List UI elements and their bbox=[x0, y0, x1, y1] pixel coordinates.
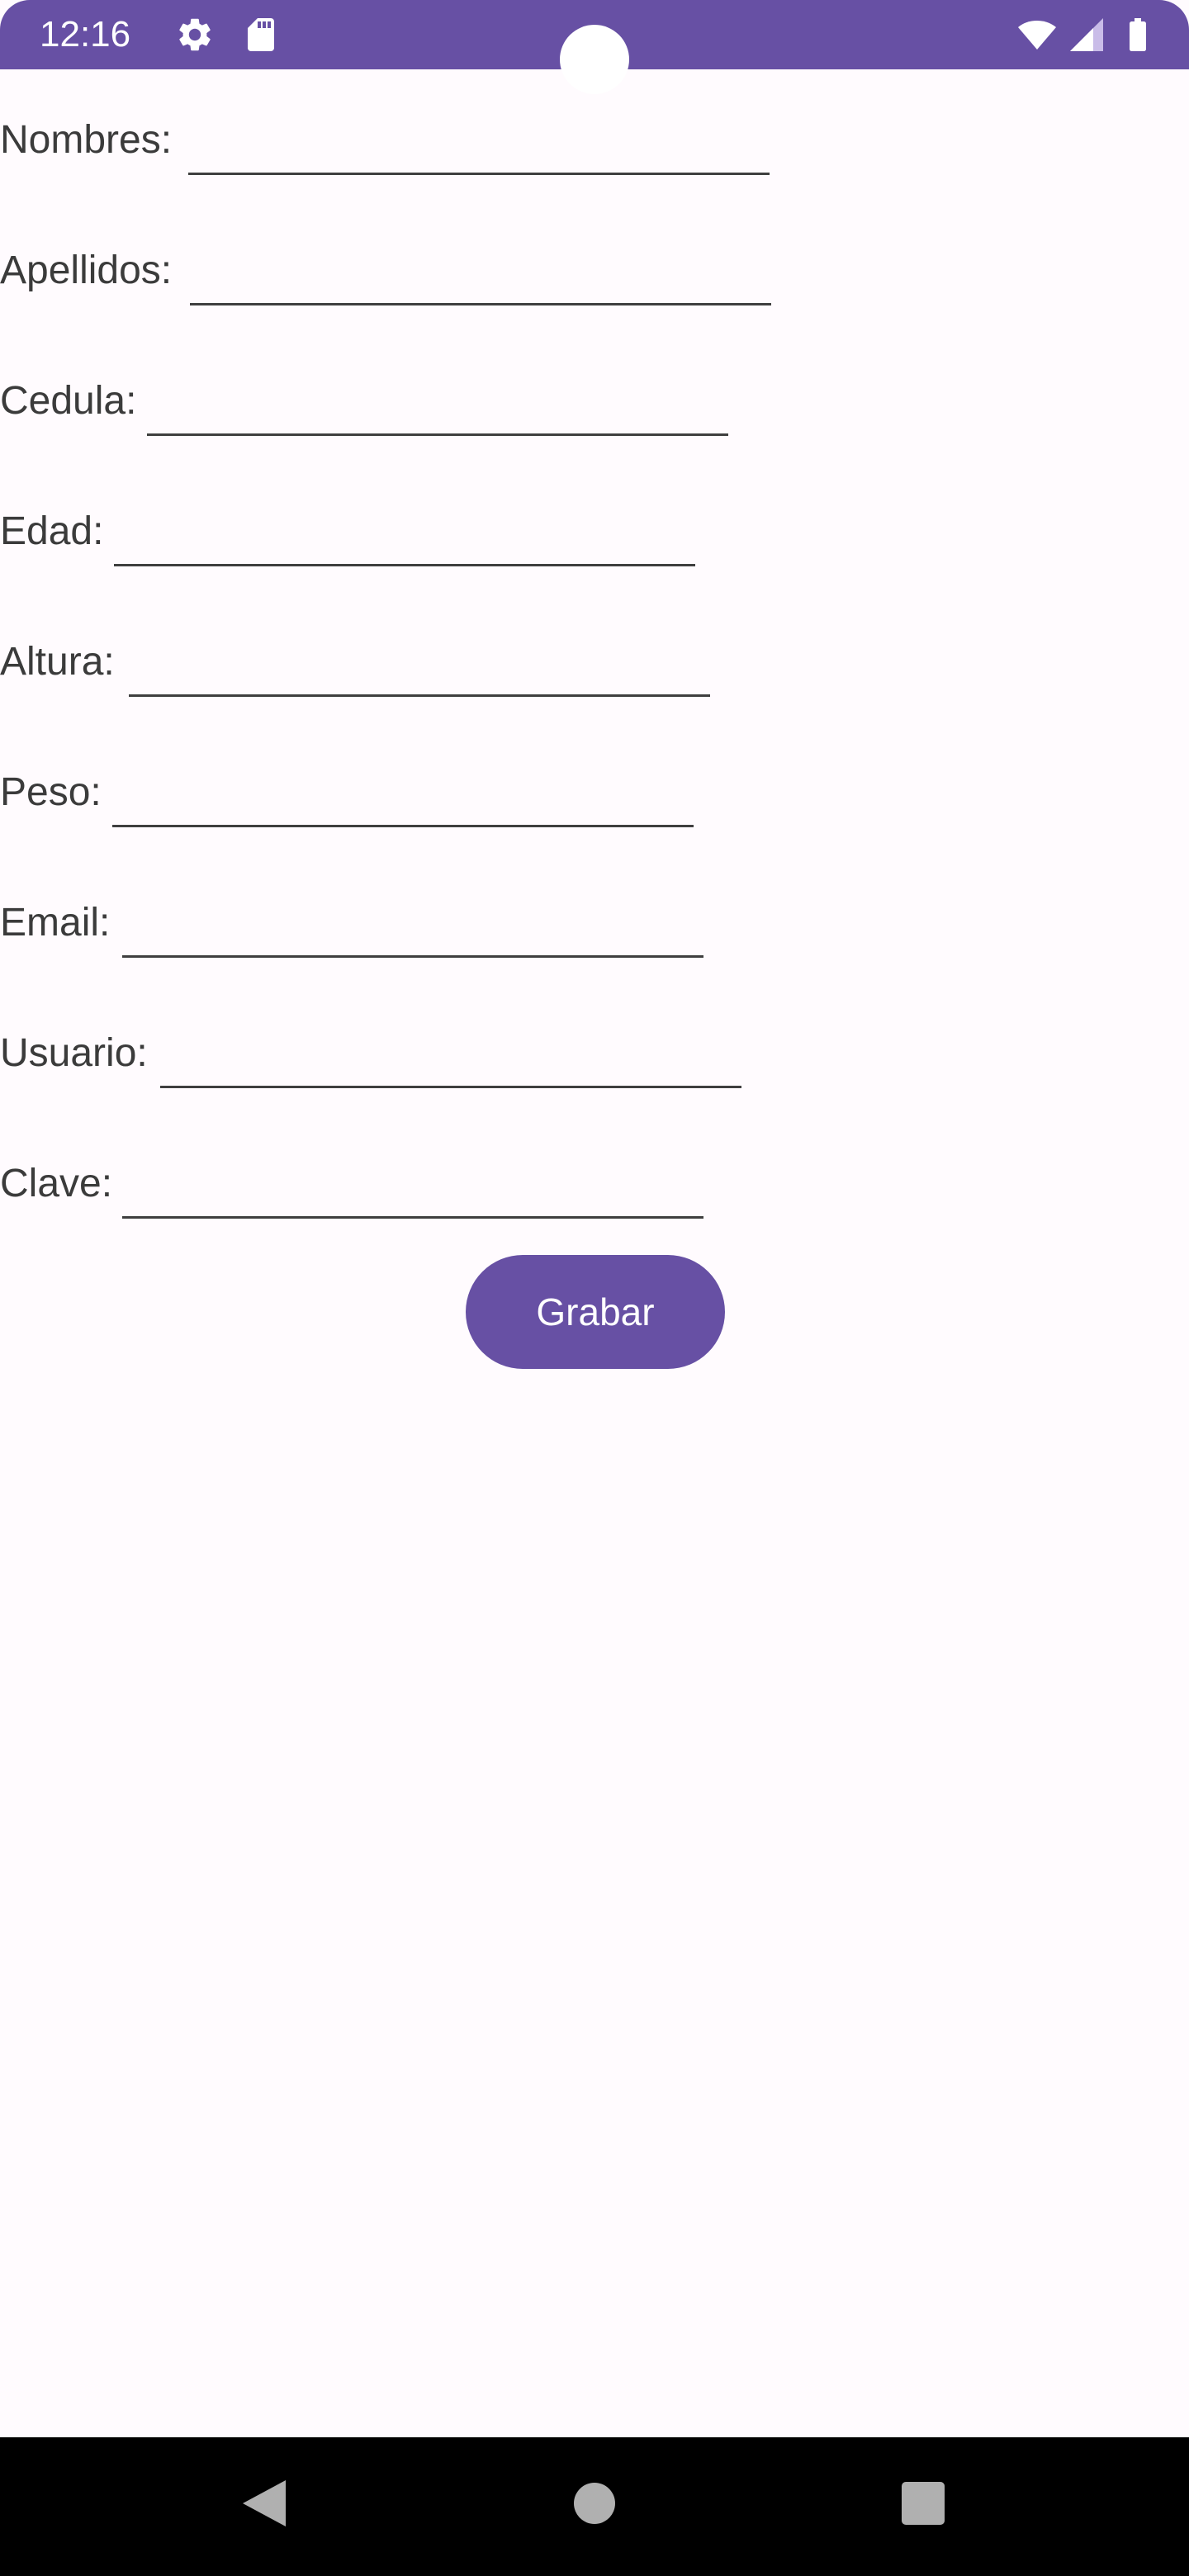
cedula-label: Cedula: bbox=[0, 379, 137, 423]
form-row-usuario: Usuario: bbox=[0, 1024, 1189, 1123]
form-row-edad: Edad: bbox=[0, 502, 1189, 601]
email-label: Email: bbox=[0, 901, 111, 945]
apellidos-input[interactable] bbox=[190, 248, 771, 305]
form-row-altura: Altura: bbox=[0, 632, 1189, 732]
usuario-input[interactable] bbox=[160, 1030, 741, 1088]
status-bar: 12:16 bbox=[0, 0, 1189, 94]
clave-input[interactable] bbox=[122, 1161, 703, 1219]
grabar-button[interactable]: Grabar bbox=[466, 1255, 725, 1369]
cedula-input[interactable] bbox=[147, 378, 728, 436]
edad-input[interactable] bbox=[114, 509, 695, 566]
edad-label: Edad: bbox=[0, 509, 104, 553]
back-icon[interactable] bbox=[223, 2462, 306, 2545]
clave-label: Clave: bbox=[0, 1162, 113, 1205]
camera-cutout bbox=[560, 25, 629, 94]
form-row-peso: Peso: bbox=[0, 763, 1189, 862]
form-row-cedula: Cedula: bbox=[0, 372, 1189, 471]
home-icon[interactable] bbox=[553, 2462, 636, 2545]
navigation-bar bbox=[0, 2437, 1189, 2576]
peso-input[interactable] bbox=[112, 769, 694, 827]
cell-signal-icon bbox=[1065, 15, 1108, 54]
peso-label: Peso: bbox=[0, 770, 102, 814]
nombres-label: Nombres: bbox=[0, 118, 173, 162]
form-row-clave: Clave: bbox=[0, 1154, 1189, 1253]
status-time: 12:16 bbox=[40, 14, 131, 54]
altura-label: Altura: bbox=[0, 640, 115, 684]
form-row-nombres: Nombres: bbox=[0, 111, 1189, 210]
email-input[interactable] bbox=[122, 900, 703, 958]
battery-icon bbox=[1116, 15, 1159, 54]
form-row-email: Email: bbox=[0, 893, 1189, 992]
usuario-label: Usuario: bbox=[0, 1031, 148, 1075]
nombres-input[interactable] bbox=[188, 117, 770, 175]
recents-icon[interactable] bbox=[882, 2462, 964, 2545]
form-row-apellidos: Apellidos: bbox=[0, 241, 1189, 340]
wifi-icon bbox=[1016, 15, 1059, 54]
altura-input[interactable] bbox=[129, 639, 710, 697]
apellidos-label: Apellidos: bbox=[0, 249, 173, 292]
settings-icon bbox=[173, 15, 216, 54]
sd-card-icon bbox=[239, 15, 282, 54]
